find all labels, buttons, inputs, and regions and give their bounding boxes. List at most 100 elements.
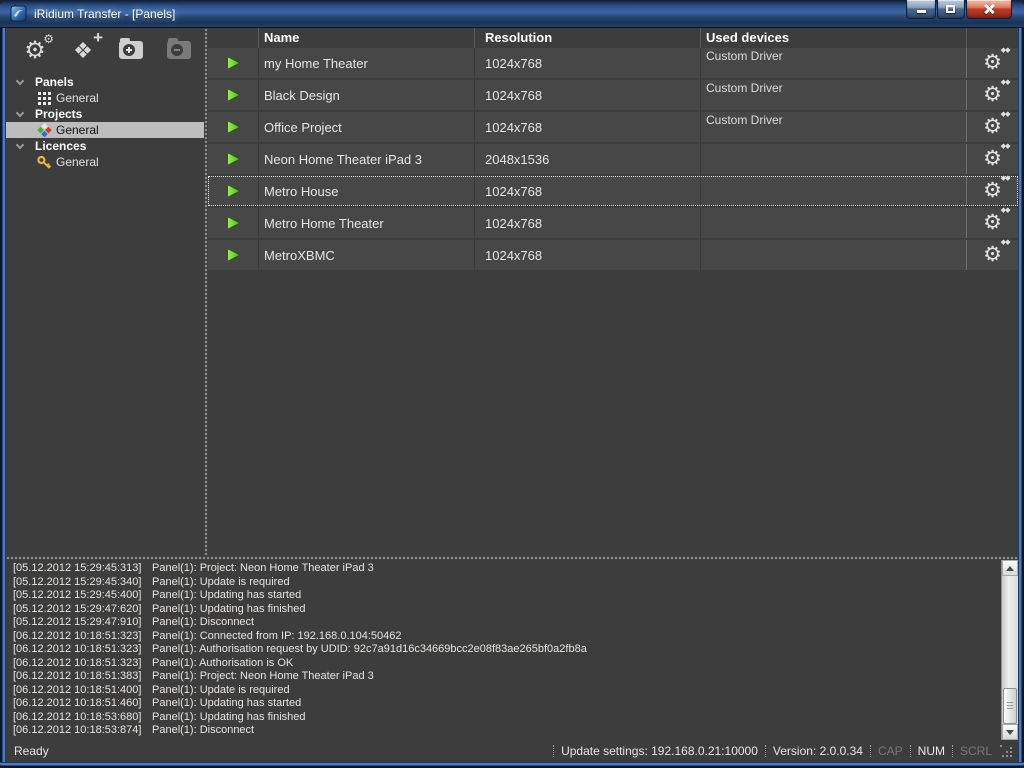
minimize-button[interactable] (906, 0, 936, 19)
tree-item-panels-general[interactable]: General (6, 90, 204, 106)
table-row[interactable]: Neon Home Theater iPad 3 2048x1536 ⚙ ◆◆ (208, 144, 1018, 174)
column-header-play[interactable] (208, 28, 258, 48)
table-row[interactable]: Metro Home Theater 1024x768 ⚙ ◆◆ (208, 208, 1018, 238)
tree-node-panels[interactable]: Panels (6, 74, 204, 90)
status-bar: Ready Update settings: 192.168.0.21:1000… (6, 740, 1018, 762)
play-icon[interactable] (225, 247, 242, 263)
play-cell (208, 112, 258, 142)
panel-resolution: 1024x768 (474, 112, 700, 142)
arrow-up-icon (1006, 566, 1014, 571)
panel-resolution: 2048x1536 (474, 144, 700, 174)
panel-resolution: 1024x768 (474, 240, 700, 270)
toolbar-add-panel-button[interactable]: ❖ + (68, 36, 98, 66)
play-icon[interactable] (225, 183, 242, 199)
panel-name: Metro House (258, 176, 474, 206)
column-header-actions[interactable] (966, 28, 1018, 48)
column-header-used-devices[interactable]: Used devices (700, 28, 966, 48)
panel-resolution: 1024x768 (474, 80, 700, 110)
window-title: iRidium Transfer - [Panels] (34, 7, 175, 21)
log-timestamp: [06.12.2012 10:18:53:680] (6, 711, 144, 725)
table-row[interactable]: Black Design 1024x768 Custom Driver ⚙ ◆◆ (208, 80, 1018, 110)
row-settings-gear-icon[interactable]: ⚙ ◆◆ (980, 242, 1006, 268)
actions-cell: ⚙ ◆◆ (966, 240, 1018, 270)
close-button[interactable] (966, 0, 1012, 19)
table-header: Name Resolution Used devices (208, 28, 1018, 48)
navigation-tree: Panels General (6, 72, 204, 170)
play-icon[interactable] (225, 87, 242, 103)
panel-name: my Home Theater (258, 48, 474, 78)
log-timestamp: [05.12.2012 15:29:47:620] (6, 603, 144, 617)
table-row[interactable]: Office Project 1024x768 Custom Driver ⚙ … (208, 112, 1018, 142)
restore-button[interactable] (937, 0, 965, 19)
table-row[interactable]: my Home Theater 1024x768 Custom Driver ⚙… (208, 48, 1018, 78)
log-timestamp: [06.12.2012 10:18:51:460] (6, 697, 144, 711)
row-settings-gear-icon[interactable]: ⚙ ◆◆ (980, 178, 1006, 204)
play-icon[interactable] (225, 119, 242, 135)
actions-cell: ⚙ ◆◆ (966, 48, 1018, 78)
scroll-down-button[interactable] (1002, 724, 1018, 740)
row-settings-gear-icon[interactable]: ⚙ ◆◆ (980, 114, 1006, 140)
actions-cell: ⚙ ◆◆ (966, 208, 1018, 238)
log-entry: [05.12.2012 15:29:45:313] Panel(1): Proj… (6, 562, 1001, 576)
row-settings-gear-icon[interactable]: ⚙ ◆◆ (980, 210, 1006, 236)
toolbar-install-project-button[interactable] (116, 36, 146, 66)
tree-node-licences[interactable]: Licences (6, 138, 204, 154)
tree-item-projects-general[interactable]: General (6, 122, 204, 138)
chevron-down-icon (16, 140, 24, 148)
panel-resolution: 1024x768 (474, 208, 700, 238)
app-window: iRidium Transfer - [Panels] ⚙ ⚙ ❖ + (0, 0, 1024, 768)
panel-resolution: 1024x768 (474, 176, 700, 206)
titlebar[interactable]: iRidium Transfer - [Panels] (0, 0, 1024, 28)
log-entry: [06.12.2012 10:18:51:383] Panel(1): Proj… (6, 670, 1001, 684)
log-timestamp: [06.12.2012 10:18:51:383] (6, 670, 144, 684)
version-text: Version: 2.0.0.34 (773, 744, 863, 758)
status-right: Update settings: 192.168.0.21:10000 Vers… (546, 741, 1018, 761)
tree-node-projects[interactable]: Projects (6, 106, 204, 122)
log-scrollbar[interactable] (1001, 560, 1018, 740)
play-cell (208, 240, 258, 270)
sidebar-toolbar: ⚙ ⚙ ❖ + (6, 28, 204, 72)
log-message: Panel(1): Update is required (144, 576, 290, 590)
log-timestamp: [05.12.2012 15:29:45:400] (6, 589, 144, 603)
row-settings-gear-icon[interactable]: ⚙ ◆◆ (980, 146, 1006, 172)
diamond-plus-icon: ❖ (73, 38, 93, 63)
status-message: Ready (6, 744, 546, 758)
log-timestamp: [06.12.2012 10:18:51:323] (6, 643, 144, 657)
log-message: Panel(1): Disconnect (144, 616, 254, 630)
scroll-up-button[interactable] (1002, 560, 1018, 576)
folder-plus-icon (117, 36, 145, 62)
actions-cell: ⚙ ◆◆ (966, 112, 1018, 142)
toolbar-remove-project-button[interactable] (164, 36, 194, 66)
log-message: Panel(1): Authorisation request by UDID:… (144, 643, 587, 657)
table-row[interactable]: Metro House 1024x768 ⚙ ◆◆ (208, 176, 1018, 206)
panel-used-devices: Custom Driver (700, 80, 966, 110)
row-settings-gear-icon[interactable]: ⚙ ◆◆ (980, 82, 1006, 108)
panel-used-devices (700, 144, 966, 174)
play-icon[interactable] (225, 215, 242, 231)
log-timestamp: [06.12.2012 10:18:53:874] (6, 724, 144, 738)
log-entry: [06.12.2012 10:18:51:400] Panel(1): Upda… (6, 684, 1001, 698)
content-area: ⚙ ⚙ ❖ + (6, 28, 1018, 762)
panel-name: Metro Home Theater (258, 208, 474, 238)
play-icon[interactable] (225, 151, 242, 167)
toolbar-settings-button[interactable]: ⚙ ⚙ (20, 36, 50, 66)
tree-item-licences-general[interactable]: General (6, 154, 204, 170)
log-message: Panel(1): Project: Neon Home Theater iPa… (144, 562, 374, 576)
panel-name: Neon Home Theater iPad 3 (258, 144, 474, 174)
row-settings-gear-icon[interactable]: ⚙ ◆◆ (980, 50, 1006, 76)
resize-grip[interactable] (1000, 745, 1016, 761)
column-header-resolution[interactable]: Resolution (474, 28, 700, 48)
panels-table: Name Resolution Used devices my Home The… (208, 28, 1018, 556)
log-message: Panel(1): Connected from IP: 192.168.0.1… (144, 630, 402, 644)
column-header-name[interactable]: Name (258, 28, 474, 48)
panel-resolution: 1024x768 (474, 48, 700, 78)
play-icon[interactable] (225, 55, 242, 71)
log-message: Panel(1): Updating has started (144, 589, 301, 603)
scrollbar-thumb[interactable] (1003, 688, 1017, 724)
table-row[interactable]: MetroXBMC 1024x768 ⚙ ◆◆ (208, 240, 1018, 270)
app-logo-icon (10, 5, 27, 22)
log-entry: [06.12.2012 10:18:51:323] Panel(1): Auth… (6, 657, 1001, 671)
panel-used-devices: Custom Driver (700, 48, 966, 78)
window-controls (905, 0, 1012, 19)
minimize-icon (917, 10, 926, 13)
